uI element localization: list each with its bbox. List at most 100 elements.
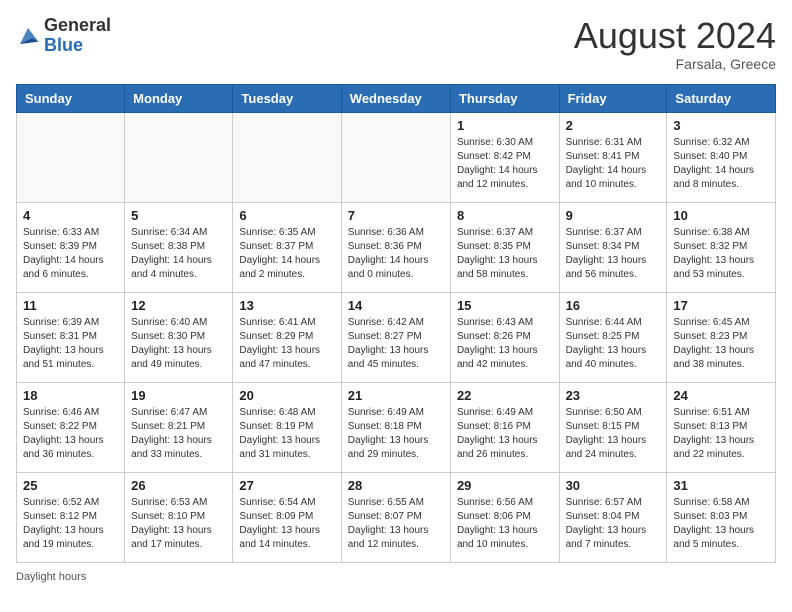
day-number: 22: [457, 388, 553, 403]
day-info: Sunrise: 6:35 AMSunset: 8:37 PMDaylight:…: [239, 226, 334, 282]
day-number: 15: [457, 298, 553, 313]
calendar-week-row: 25 Sunrise: 6:52 AMSunset: 8:12 PMDayligh…: [17, 472, 776, 562]
day-info: Sunrise: 6:42 AMSunset: 8:27 PMDaylight:…: [348, 316, 444, 372]
calendar-day-cell: 27Sunrise: 6:54 AMSunset: 8:09 PMDayligh…: [233, 472, 341, 562]
logo-blue: Blue: [44, 36, 111, 56]
day-number: 21: [348, 388, 444, 403]
day-number: 30: [566, 478, 661, 493]
day-of-week-header: Wednesday: [341, 84, 450, 112]
day-of-week-header: Monday: [125, 84, 233, 112]
calendar-day-cell: 7Sunrise: 6:36 AMSunset: 8:36 PMDaylight…: [341, 202, 450, 292]
day-info: Sunrise: 6:53 AMSunset: 8:10 PMDaylight:…: [131, 496, 226, 552]
calendar-day-cell: 21 Sunrise: 6:49 AMSunset: 8:18 PMDayligh…: [341, 382, 450, 472]
day-info: Sunrise: 6:32 AMSunset: 8:40 PMDaylight:…: [673, 136, 769, 192]
calendar-day-cell: [341, 112, 450, 202]
page-header: General Blue August 2024 Farsala, Greece: [16, 16, 776, 72]
title-section: August 2024 Farsala, Greece: [574, 16, 776, 72]
day-number: 11: [23, 298, 118, 313]
calendar-day-cell: 5 Sunrise: 6:34 AMSunset: 8:38 PMDaylight…: [125, 202, 233, 292]
day-number: 7: [348, 208, 444, 223]
day-number: 4: [23, 208, 118, 223]
logo-icon: [16, 24, 40, 48]
day-info: Sunrise: 6:40 AMSunset: 8:30 PMDaylight:…: [131, 316, 226, 372]
day-number: 26: [131, 478, 226, 493]
calendar-day-cell: [17, 112, 125, 202]
day-number: 28: [348, 478, 444, 493]
logo-general: General: [44, 16, 111, 36]
day-number: 8: [457, 208, 553, 223]
day-info: Sunrise: 6:33 AMSunset: 8:39 PMDaylight:…: [23, 226, 118, 282]
day-info: Sunrise: 6:49 AMSunset: 8:16 PMDaylight:…: [457, 406, 553, 462]
calendar-day-cell: [233, 112, 341, 202]
calendar-table: SundayMondayTuesdayWednesdayThursdayFrid…: [16, 84, 776, 563]
day-info: Sunrise: 6:45 AMSunset: 8:23 PMDaylight:…: [673, 316, 769, 372]
calendar-day-cell: 4 Sunrise: 6:33 AMSunset: 8:39 PMDaylight…: [17, 202, 125, 292]
day-info: Sunrise: 6:57 AMSunset: 8:04 PMDaylight:…: [566, 496, 661, 552]
day-number: 23: [566, 388, 661, 403]
calendar-day-cell: 13Sunrise: 6:41 AMSunset: 8:29 PMDayligh…: [233, 292, 341, 382]
calendar-day-cell: 19Sunrise: 6:47 AMSunset: 8:21 PMDayligh…: [125, 382, 233, 472]
day-info: Sunrise: 6:55 AMSunset: 8:07 PMDaylight:…: [348, 496, 444, 552]
day-number: 24: [673, 388, 769, 403]
calendar-day-cell: 25 Sunrise: 6:52 AMSunset: 8:12 PMDayligh…: [17, 472, 125, 562]
calendar-day-cell: 10Sunrise: 6:38 AMSunset: 8:32 PMDayligh…: [667, 202, 776, 292]
logo-text: General Blue: [44, 16, 111, 56]
calendar-day-cell: 26 Sunrise: 6:53 AMSunset: 8:10 PMDayligh…: [125, 472, 233, 562]
calendar-day-cell: 6 Sunrise: 6:35 AMSunset: 8:37 PMDaylight…: [233, 202, 341, 292]
calendar-day-cell: 11 Sunrise: 6:39 AMSunset: 8:31 PMDayligh…: [17, 292, 125, 382]
day-info: Sunrise: 6:58 AMSunset: 8:03 PMDaylight:…: [673, 496, 769, 552]
day-of-week-header: Friday: [559, 84, 667, 112]
day-info: Sunrise: 6:38 AMSunset: 8:32 PMDaylight:…: [673, 226, 769, 282]
month-year-title: August 2024: [574, 16, 776, 56]
day-number: 6: [239, 208, 334, 223]
day-of-week-header: Tuesday: [233, 84, 341, 112]
day-number: 12: [131, 298, 226, 313]
day-number: 14: [348, 298, 444, 313]
calendar-day-cell: 23 Sunrise: 6:50 AMSunset: 8:15 PMDayligh…: [559, 382, 667, 472]
day-info: Sunrise: 6:49 AMSunset: 8:18 PMDaylight:…: [348, 406, 444, 462]
day-info: Sunrise: 6:43 AMSunset: 8:26 PMDaylight:…: [457, 316, 553, 372]
calendar-day-cell: 9 Sunrise: 6:37 AMSunset: 8:34 PMDaylight…: [559, 202, 667, 292]
day-of-week-header: Saturday: [667, 84, 776, 112]
calendar-day-cell: 3 Sunrise: 6:32 AMSunset: 8:40 PMDaylight…: [667, 112, 776, 202]
day-info: Sunrise: 6:51 AMSunset: 8:13 PMDaylight:…: [673, 406, 769, 462]
day-number: 18: [23, 388, 118, 403]
day-number: 1: [457, 118, 553, 133]
day-info: Sunrise: 6:30 AMSunset: 8:42 PMDaylight:…: [457, 136, 553, 192]
day-info: Sunrise: 6:56 AMSunset: 8:06 PMDaylight:…: [457, 496, 553, 552]
calendar-day-cell: 29Sunrise: 6:56 AMSunset: 8:06 PMDayligh…: [450, 472, 559, 562]
day-info: Sunrise: 6:44 AMSunset: 8:25 PMDaylight:…: [566, 316, 661, 372]
calendar-day-cell: 1 Sunrise: 6:30 AMSunset: 8:42 PMDaylight…: [450, 112, 559, 202]
calendar-day-cell: 16Sunrise: 6:44 AMSunset: 8:25 PMDayligh…: [559, 292, 667, 382]
day-info: Sunrise: 6:37 AMSunset: 8:34 PMDaylight:…: [566, 226, 661, 282]
calendar-day-cell: 20Sunrise: 6:48 AMSunset: 8:19 PMDayligh…: [233, 382, 341, 472]
calendar-day-cell: 31 Sunrise: 6:58 AMSunset: 8:03 PMDayligh…: [667, 472, 776, 562]
calendar-day-cell: 22 Sunrise: 6:49 AMSunset: 8:16 PMDayligh…: [450, 382, 559, 472]
day-number: 5: [131, 208, 226, 223]
day-number: 31: [673, 478, 769, 493]
day-info: Sunrise: 6:41 AMSunset: 8:29 PMDaylight:…: [239, 316, 334, 372]
calendar-day-cell: 28 Sunrise: 6:55 AMSunset: 8:07 PMDayligh…: [341, 472, 450, 562]
day-info: Sunrise: 6:50 AMSunset: 8:15 PMDaylight:…: [566, 406, 661, 462]
day-info: Sunrise: 6:31 AMSunset: 8:41 PMDaylight:…: [566, 136, 661, 192]
calendar-day-cell: 12 Sunrise: 6:40 AMSunset: 8:30 PMDayligh…: [125, 292, 233, 382]
calendar-day-cell: [125, 112, 233, 202]
day-number: 19: [131, 388, 226, 403]
logo: General Blue: [16, 16, 111, 56]
day-of-week-header: Thursday: [450, 84, 559, 112]
calendar-week-row: 1 Sunrise: 6:30 AMSunset: 8:42 PMDaylight…: [17, 112, 776, 202]
calendar-day-cell: 14 Sunrise: 6:42 AMSunset: 8:27 PMDayligh…: [341, 292, 450, 382]
calendar-week-row: 4 Sunrise: 6:33 AMSunset: 8:39 PMDaylight…: [17, 202, 776, 292]
calendar-day-cell: 30 Sunrise: 6:57 AMSunset: 8:04 PMDayligh…: [559, 472, 667, 562]
calendar-header-row: SundayMondayTuesdayWednesdayThursdayFrid…: [17, 84, 776, 112]
day-info: Sunrise: 6:34 AMSunset: 8:38 PMDaylight:…: [131, 226, 226, 282]
calendar-footer: Daylight hours: [16, 571, 776, 583]
calendar-week-row: 18Sunrise: 6:46 AMSunset: 8:22 PMDayligh…: [17, 382, 776, 472]
day-info: Sunrise: 6:39 AMSunset: 8:31 PMDaylight:…: [23, 316, 118, 372]
calendar-day-cell: 15 Sunrise: 6:43 AMSunset: 8:26 PMDayligh…: [450, 292, 559, 382]
day-number: 25: [23, 478, 118, 493]
day-info: Sunrise: 6:48 AMSunset: 8:19 PMDaylight:…: [239, 406, 334, 462]
day-number: 9: [566, 208, 661, 223]
day-info: Sunrise: 6:52 AMSunset: 8:12 PMDaylight:…: [23, 496, 118, 552]
day-number: 3: [673, 118, 769, 133]
